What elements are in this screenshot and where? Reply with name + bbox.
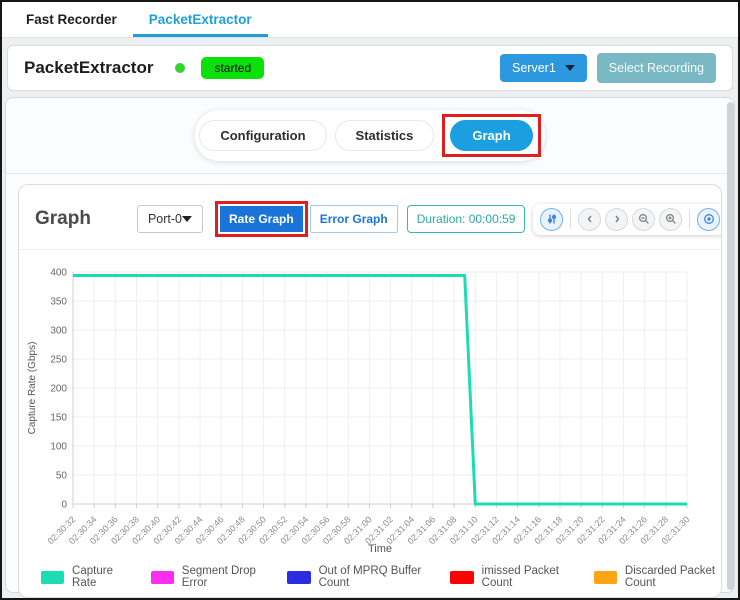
status-badge: started [201,57,264,79]
legend-label: Segment Drop Error [182,565,262,589]
divider [570,209,571,229]
svg-text:50: 50 [56,471,68,482]
rate-graph-button[interactable]: Rate Graph [220,206,303,232]
tab-label: Fast Recorder [26,12,117,27]
port-select-value: Port-0 [148,212,182,226]
top-tab-bar: Fast Recorder PacketExtractor [2,2,738,38]
sliders-icon[interactable] [540,208,563,231]
legend-item[interactable]: Out of MPRQ Buffer Count [287,565,424,589]
tab-label: PacketExtractor [149,12,252,27]
tab-configuration[interactable]: Configuration [199,120,326,151]
annotation-box-graph-tab: Graph [442,114,540,157]
svg-text:350: 350 [50,297,67,308]
tab-statistics[interactable]: Statistics [335,120,435,151]
port-select[interactable]: Port-0 [137,205,203,233]
chevron-down-icon [565,65,575,71]
chart-legend: Capture Rate Segment Drop Error Out of MPR… [41,565,721,589]
svg-text:400: 400 [50,268,67,279]
view-tab-group: Configuration Statistics Graph [195,110,544,161]
duration-display: Duration: 00:00:59 [407,205,526,233]
svg-text:Time: Time [368,543,392,555]
chevron-right-icon[interactable] [605,208,628,231]
divider [6,173,734,174]
zoom-in-icon[interactable] [659,208,682,231]
tab-packet-extractor[interactable]: PacketExtractor [133,2,268,37]
legend-swatch [287,571,310,584]
legend-item[interactable]: Discarded Packet Count [594,565,721,589]
svg-text:300: 300 [50,326,67,337]
chevron-down-icon [182,216,192,222]
legend-swatch [41,571,64,584]
chart-control-toolbar [533,204,722,235]
page-header: PacketExtractor started Server1 Select R… [7,45,733,91]
legend-swatch [151,571,174,584]
legend-label: imissed Packet Count [482,565,568,589]
graph-panel: Graph Port-0 Rate Graph Error Graph Dura… [18,184,722,598]
view-tab-row: Configuration Statistics Graph [6,98,734,161]
tab-graph[interactable]: Graph [450,120,532,151]
legend-item[interactable]: Capture Rate [41,565,125,589]
legend-label: Out of MPRQ Buffer Count [319,565,425,589]
zoom-out-icon[interactable] [632,208,655,231]
legend-label: Discarded Packet Count [625,565,721,589]
svg-text:100: 100 [50,442,67,453]
page-title: PacketExtractor [24,58,153,78]
divider [689,209,690,229]
svg-text:250: 250 [50,355,67,366]
legend-swatch [450,571,473,584]
server-dropdown-label: Server1 [512,61,556,75]
dot-icon [175,63,185,73]
chart-area: 02:30:3202:30:3402:30:3602:30:3802:30:40… [19,250,721,563]
content-panel: Configuration Statistics Graph Graph Por… [5,97,735,593]
select-recording-button[interactable]: Select Recording [597,53,716,83]
legend-item[interactable]: imissed Packet Count [450,565,567,589]
svg-text:150: 150 [50,413,67,424]
tab-fast-recorder[interactable]: Fast Recorder [10,2,133,37]
svg-text:200: 200 [50,384,67,395]
graph-toolbar: Graph Port-0 Rate Graph Error Graph Dura… [19,185,721,250]
rate-chart[interactable]: 02:30:3202:30:3402:30:3602:30:3802:30:40… [25,258,701,558]
annotation-box-rate-graph: Rate Graph [215,201,308,237]
vertical-scrollbar[interactable] [727,102,734,590]
target-icon[interactable] [697,208,720,231]
graph-panel-title: Graph [35,208,91,230]
server-dropdown[interactable]: Server1 [500,54,587,82]
legend-label: Capture Rate [72,565,125,589]
legend-item[interactable]: Segment Drop Error [151,565,262,589]
svg-text:Capture Rate (Gbps): Capture Rate (Gbps) [27,342,38,435]
chevron-left-icon[interactable] [578,208,601,231]
svg-text:0: 0 [61,500,67,511]
header-actions: Server1 Select Recording [500,53,716,83]
error-graph-button[interactable]: Error Graph [310,205,398,233]
app-window: Fast Recorder PacketExtractor PacketExtr… [0,0,740,600]
legend-swatch [594,571,617,584]
